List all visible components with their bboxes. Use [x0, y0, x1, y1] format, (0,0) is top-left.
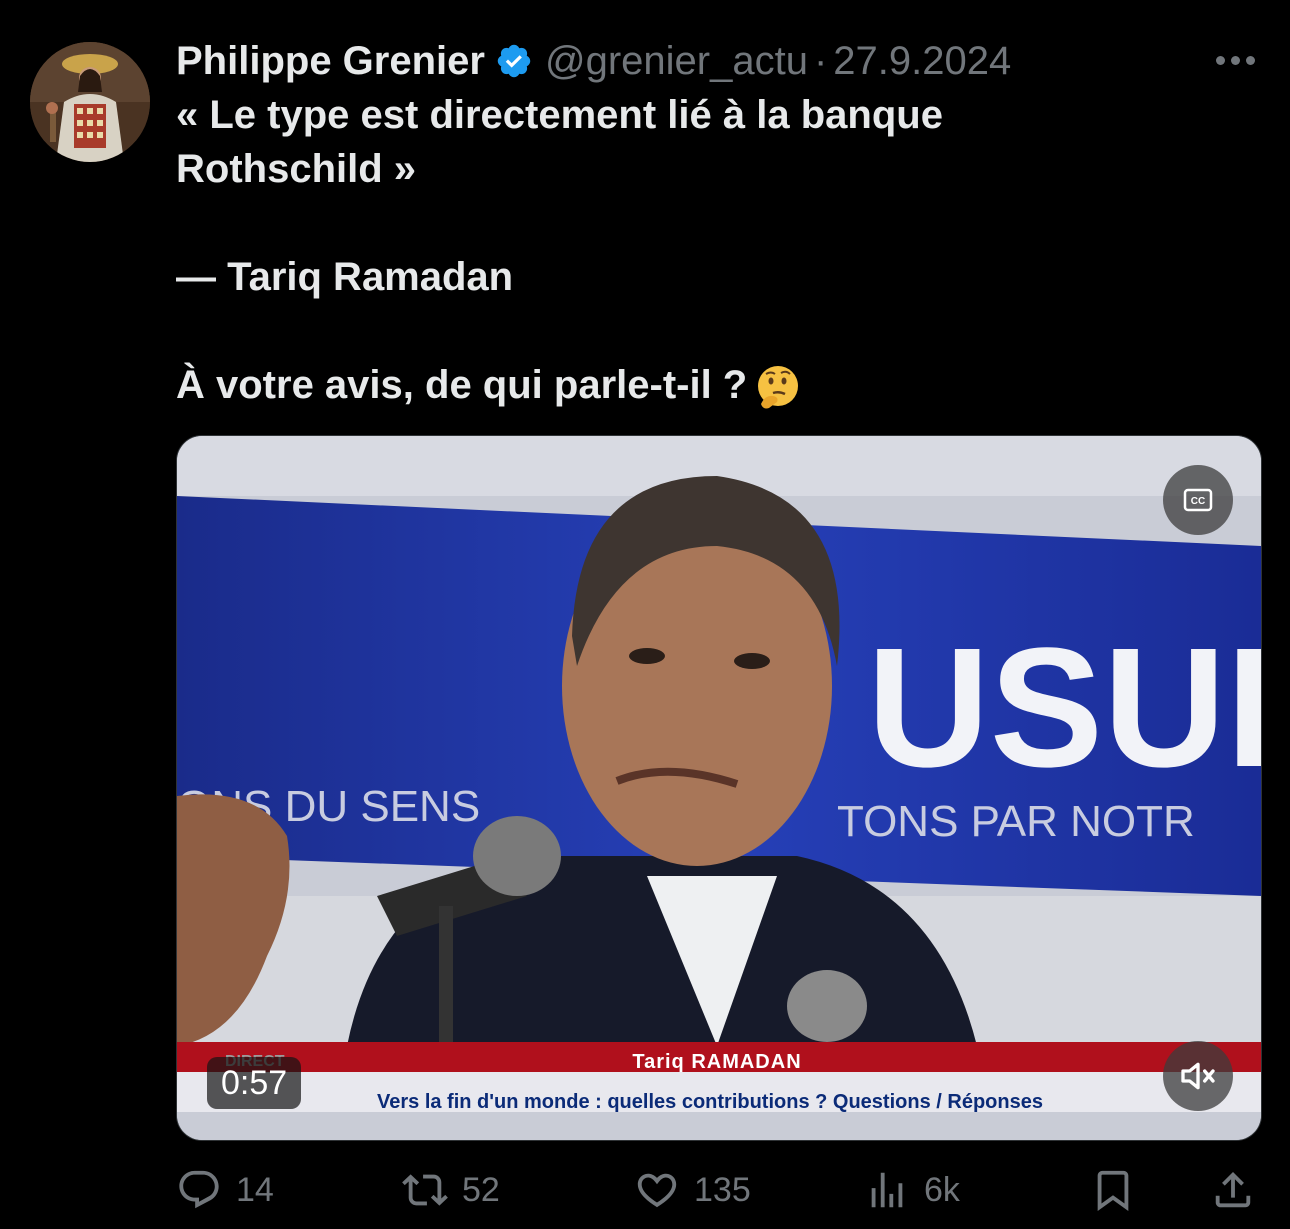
- reply-icon: [179, 1170, 219, 1209]
- tweet-header: Philippe Grenier @grenier_actu · 27.9.20…: [176, 36, 1011, 86]
- views-chart-icon: [871, 1172, 903, 1208]
- more-options-icon[interactable]: [1210, 40, 1260, 80]
- tweet-date[interactable]: 27.9.2024: [833, 39, 1011, 84]
- banner-subtitle: Vers la fin d'un monde : quelles contrib…: [377, 1091, 1043, 1113]
- reply-count: 14: [236, 1170, 274, 1209]
- tweet-text-line3: — Tariq Ramadan: [176, 255, 514, 299]
- backdrop-right-text: TONS PAR NOTR: [837, 797, 1195, 846]
- video-player[interactable]: USULI ONS DU SENS TONS PAR NOTR DIRECT T…: [176, 435, 1262, 1141]
- like-count: 135: [694, 1170, 751, 1209]
- author-handle[interactable]: @grenier_actu: [545, 39, 808, 84]
- banner-speaker-name: Tariq RAMADAN: [632, 1051, 802, 1073]
- tweet-text-line4: À votre avis, de qui parle-t-il ?: [176, 363, 748, 407]
- backdrop-big-text: USULI: [867, 613, 1261, 803]
- share-icon: [1215, 1171, 1251, 1208]
- cc-icon: CC: [1183, 488, 1213, 512]
- reply-button[interactable]: 14: [176, 1160, 274, 1220]
- video-duration: 0:57: [207, 1057, 302, 1109]
- muted-speaker-icon: [1181, 1062, 1215, 1090]
- bookmark-button[interactable]: [1090, 1160, 1150, 1220]
- share-button[interactable]: [1210, 1160, 1270, 1220]
- svg-text:CC: CC: [1191, 496, 1205, 507]
- avatar-painting-icon: [30, 42, 150, 162]
- repost-icon: [402, 1174, 448, 1206]
- bookmark-icon: [1097, 1170, 1129, 1211]
- header-separator: ·: [813, 38, 828, 83]
- tweet-action-bar: 14 52 135 6k: [176, 1160, 1260, 1220]
- repost-button[interactable]: 52: [402, 1160, 500, 1220]
- like-button[interactable]: 135: [634, 1160, 751, 1220]
- thinking-face-icon: [753, 362, 803, 412]
- tweet-text-line2: Rothschild »: [176, 147, 417, 191]
- author-avatar[interactable]: [30, 42, 150, 162]
- views-count: 6k: [924, 1170, 960, 1209]
- unmute-button[interactable]: [1163, 1041, 1233, 1111]
- tweet-text-line1: « Le type est directement lié à la banqu…: [176, 93, 943, 137]
- verified-badge-icon[interactable]: [495, 42, 533, 80]
- views-button[interactable]: 6k: [864, 1160, 960, 1220]
- video-frame: USULI ONS DU SENS TONS PAR NOTR: [177, 436, 1261, 1140]
- repost-count: 52: [462, 1170, 500, 1209]
- closed-captions-button[interactable]: CC: [1163, 465, 1233, 535]
- author-name[interactable]: Philippe Grenier: [176, 39, 485, 84]
- tweet-text-line4-wrap: À votre avis, de qui parle-t-il ?: [176, 358, 1256, 412]
- heart-icon: [637, 1173, 677, 1208]
